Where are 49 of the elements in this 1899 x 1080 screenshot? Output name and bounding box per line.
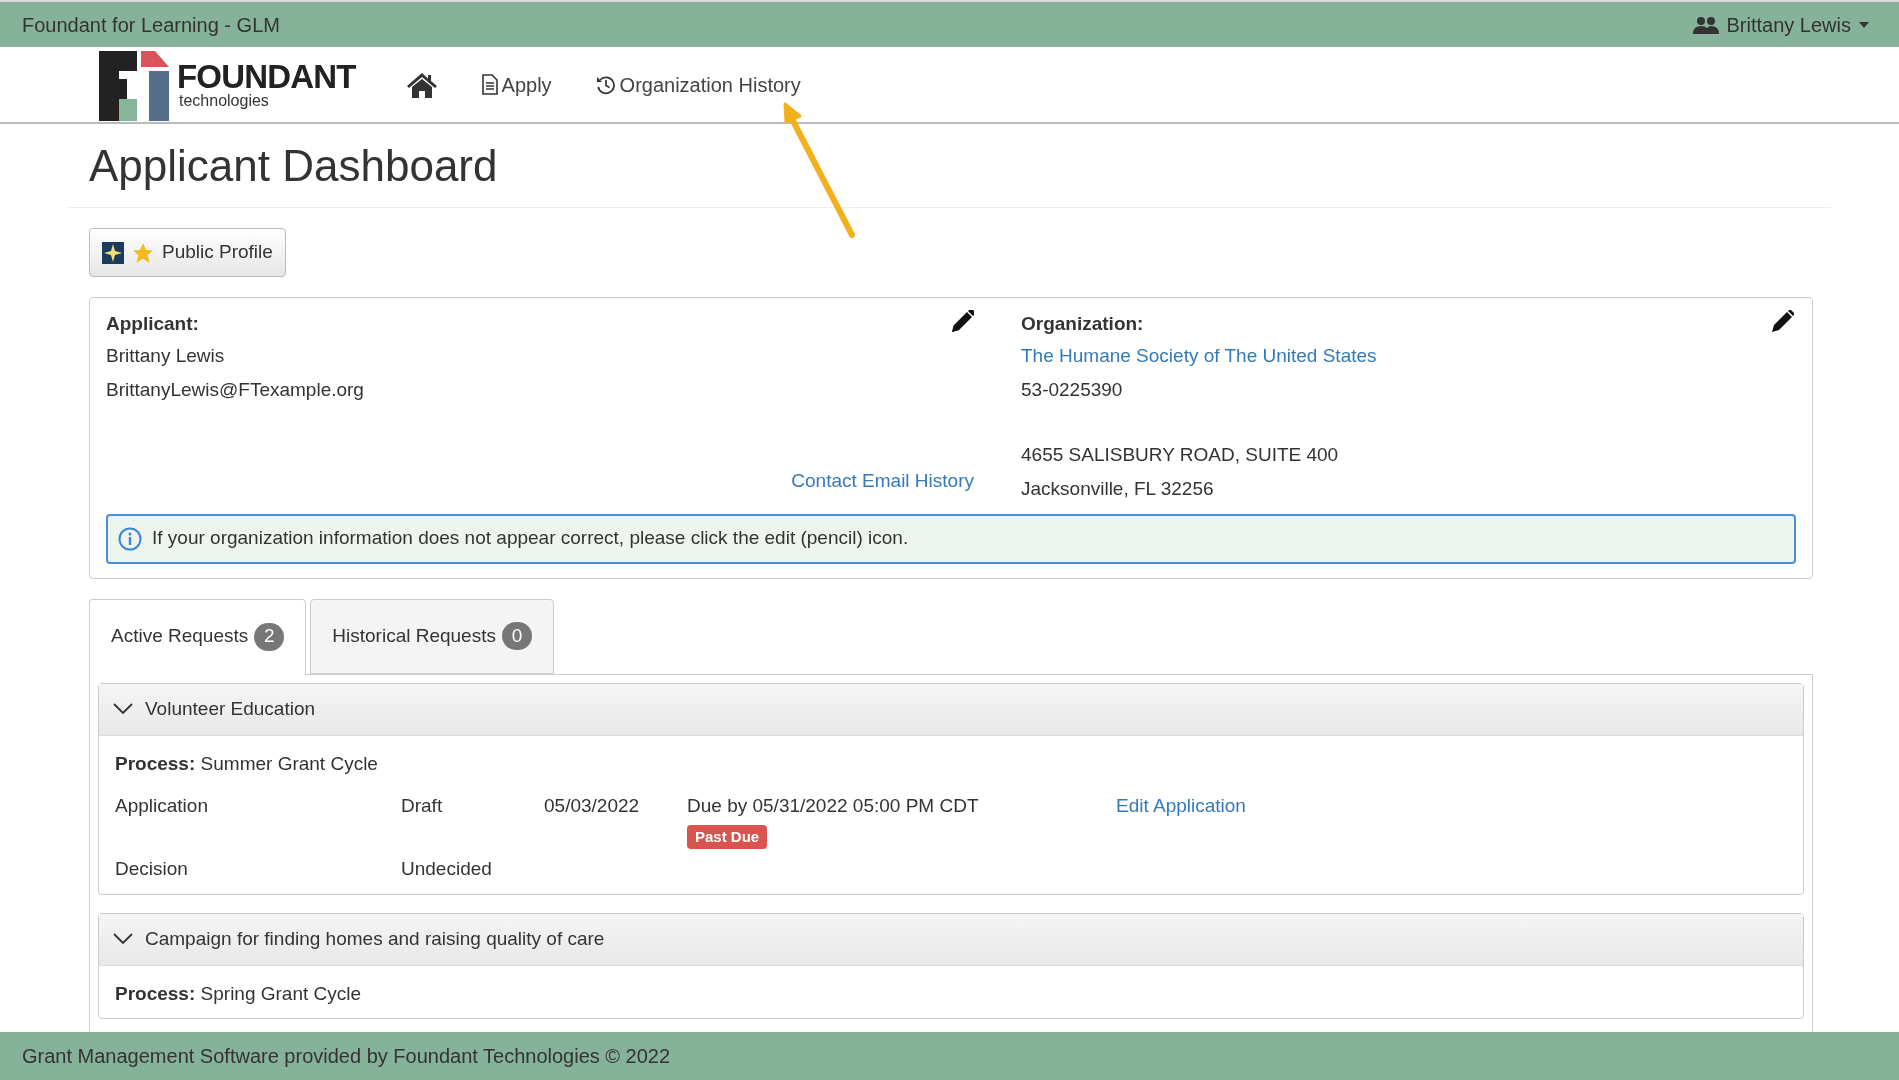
edit-application-link[interactable]: Edit Application	[1116, 792, 1246, 821]
process-line: Process: Spring Grant Cycle	[115, 981, 363, 1006]
applicant-email: BrittanyLewis@FTexample.org	[106, 378, 365, 402]
history-icon	[595, 74, 616, 95]
request-header[interactable]: Campaign for finding homes and raising quality of care	[99, 913, 1803, 966]
edit-pencil-icon[interactable]	[1770, 310, 1794, 334]
sparkle-icon	[102, 241, 124, 264]
row-name: Decision	[115, 857, 189, 881]
info-icon	[118, 526, 142, 551]
organization-ein: 53-0225390	[1021, 378, 1124, 402]
logo-wordmark: FOUNDANT	[177, 60, 356, 93]
address-line: Jacksonville, FL 32256	[1021, 477, 1215, 501]
star-icon	[132, 241, 154, 264]
due-date-text: Due by 05/31/2022 05:00 PM CDT	[687, 794, 979, 818]
footer-text: Grant Management Software provided by Foundant Technologies © 2022	[22, 1044, 671, 1069]
count-badge: 2	[254, 622, 285, 651]
info-alert-text: If your organization information does not appear correct, please click the edit (pencil) icon.	[152, 526, 909, 551]
count-badge: 0	[501, 622, 532, 650]
home-icon[interactable]	[405, 71, 438, 98]
tab[interactable]: Active Requests 2	[89, 598, 307, 675]
nav-link[interactable]: Apply	[481, 69, 552, 100]
caret-icon	[1859, 21, 1869, 28]
public-profile-button[interactable]: Public Profile	[89, 228, 286, 277]
tab[interactable]: Historical Requests 0	[310, 598, 554, 674]
date-text: 05/03/2022	[544, 794, 641, 818]
address-line: 4655 SALISBURY ROAD, SUITE 400	[1021, 442, 1340, 467]
user-menu[interactable]: Brittany Lewis	[1692, 9, 1877, 40]
past-due-badge: Past Due	[687, 824, 768, 849]
document-icon	[481, 74, 498, 95]
contact-email-history-link[interactable]: Contact Email History	[791, 466, 974, 495]
chevron-down-icon	[113, 703, 133, 715]
logo-icon	[97, 48, 169, 121]
edit-pencil-icon[interactable]	[950, 310, 974, 334]
nav-link[interactable]: Organization History	[595, 69, 801, 100]
organization-link[interactable]: The Humane Society of The United States	[1021, 341, 1377, 370]
applicant-name: Brittany Lewis	[106, 343, 226, 368]
organization-heading: Organization:	[1021, 312, 1144, 336]
chevron-down-icon	[113, 933, 133, 945]
app-title: Foundant for Learning - GLM	[22, 12, 280, 38]
row-name: Application	[115, 794, 209, 818]
status-text: Undecided	[401, 857, 493, 881]
process-line: Process: Summer Grant Cycle	[115, 751, 379, 776]
logo-tagline: technologies	[179, 93, 270, 109]
applicant-heading: Applicant:	[106, 312, 199, 336]
foundant-logo[interactable]: FOUNDANT technologies	[97, 48, 356, 121]
page-title: Applicant Dashboard	[89, 140, 499, 192]
request-header[interactable]: Volunteer Education	[99, 683, 1803, 736]
status-text: Draft	[401, 794, 444, 818]
users-icon	[1692, 15, 1719, 34]
